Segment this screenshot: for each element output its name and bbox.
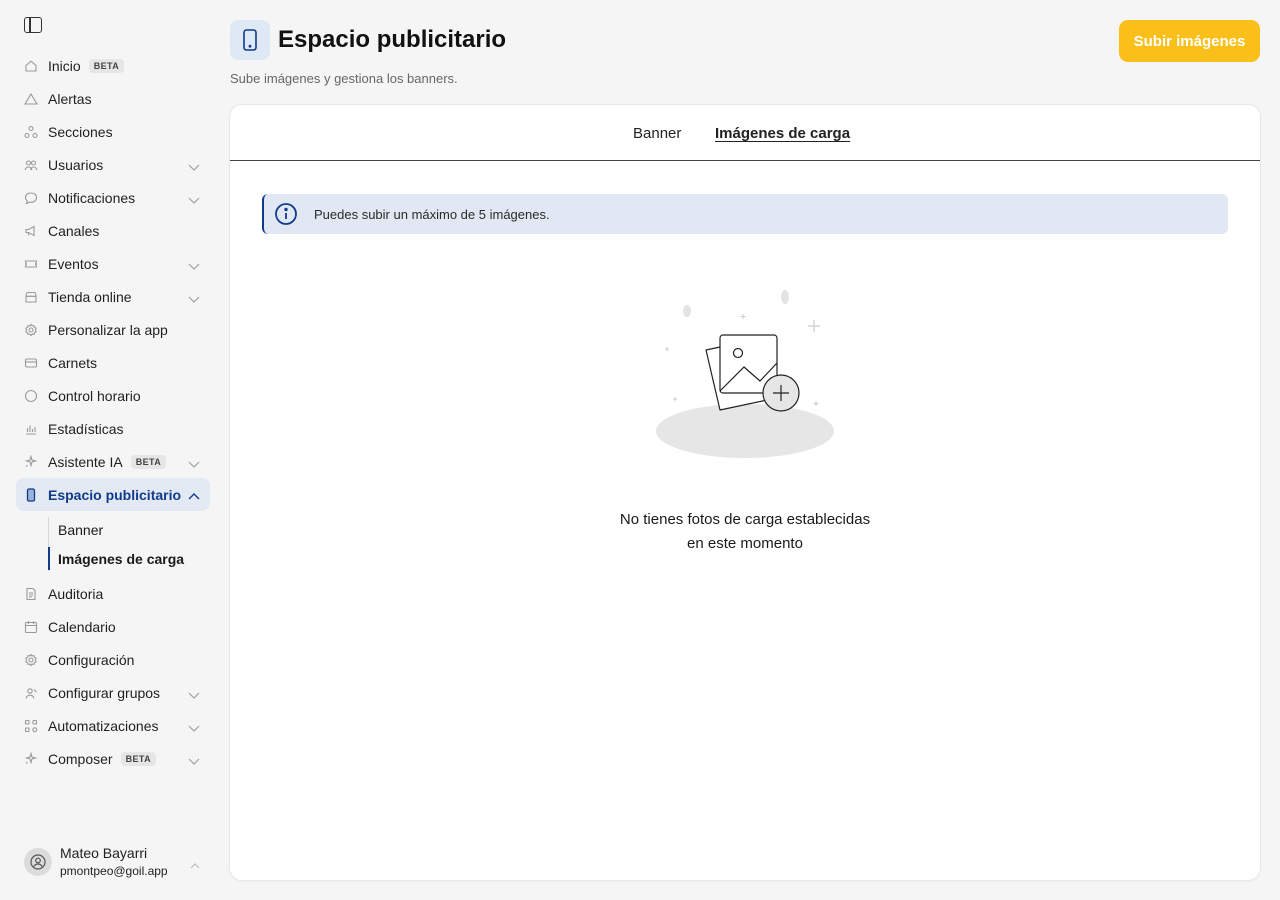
page-subtitle: Sube imágenes y gestiona los banners. <box>230 71 458 86</box>
empty-images-illustration-icon <box>656 290 834 458</box>
sidebar-item-label: Inicio <box>48 57 81 74</box>
sidebar-item-label: Alertas <box>48 90 92 107</box>
sidebar-nav: Inicio BETA Alertas Secciones Usuarios Notifi… <box>16 49 210 775</box>
content-card: Banner Imágenes de carga Puedes subir un… <box>230 105 1260 880</box>
sparkle-icon <box>24 751 38 766</box>
sidebar-item-label: Control horario <box>48 387 141 404</box>
chevron-down-icon[interactable] <box>188 456 200 468</box>
chevron-down-icon[interactable] <box>188 291 200 303</box>
sidebar-item-asistente-ia[interactable]: Asistente IA BETA <box>16 445 210 478</box>
beta-badge: BETA <box>88 58 125 73</box>
card-icon <box>24 356 38 370</box>
chevron-down-icon[interactable] <box>188 159 200 171</box>
gear-icon <box>24 653 38 667</box>
chevron-down-icon[interactable] <box>188 258 200 270</box>
sidebar-item-secciones[interactable]: Secciones <box>16 115 210 148</box>
user-name: Mateo Bayarri <box>60 845 148 861</box>
empty-state-line-2: en este momento <box>687 535 803 552</box>
sidebar-item-label: Carnets <box>48 354 98 371</box>
sidebar: Inicio BETA Alertas Secciones Usuarios Notifi… <box>0 0 218 900</box>
chevron-up-icon[interactable] <box>190 857 200 875</box>
sidebar-toggle-icon[interactable] <box>24 17 42 33</box>
sidebar-item-label: Notificaciones <box>48 189 136 206</box>
sidebar-item-configurar-grupos[interactable]: Configurar grupos <box>16 676 210 709</box>
sidebar-item-auditoria[interactable]: Auditoria <box>16 577 210 610</box>
tab-bar: Banner Imágenes de carga <box>230 105 1260 161</box>
chevron-down-icon[interactable] <box>188 720 200 732</box>
sidebar-item-estadisticas[interactable]: Estadísticas <box>16 412 210 445</box>
info-icon <box>275 203 297 225</box>
chevron-up-icon[interactable] <box>188 489 200 500</box>
sidebar-item-tienda-online[interactable]: Tienda online <box>16 280 210 313</box>
sidebar-item-alertas[interactable]: Alertas <box>16 82 210 115</box>
document-icon <box>24 587 38 601</box>
sidebar-item-label: Asistente IA <box>48 453 123 470</box>
chat-bubble-icon <box>24 191 38 205</box>
sidebar-subitem-banner[interactable]: Banner <box>48 515 210 544</box>
sidebar-item-label: Calendario <box>48 618 116 635</box>
ticket-icon <box>24 257 38 271</box>
chevron-down-icon[interactable] <box>188 192 200 204</box>
sidebar-item-label: Canales <box>48 222 100 239</box>
bar-chart-icon <box>24 422 38 436</box>
beta-badge: BETA <box>130 454 167 469</box>
sidebar-item-inicio[interactable]: Inicio BETA <box>16 49 210 82</box>
beta-badge: BETA <box>120 751 157 766</box>
sidebar-item-configuracion[interactable]: Configuración <box>16 643 210 676</box>
sidebar-item-personalizar-la-app[interactable]: Personalizar la app <box>16 313 210 346</box>
user-group-icon <box>24 686 38 700</box>
sidebar-item-label: Auditoria <box>48 585 104 602</box>
sidebar-item-label: Usuarios <box>48 156 104 173</box>
calendar-icon <box>24 620 38 634</box>
info-banner: Puedes subir un máximo de 5 imágenes. <box>262 194 1228 234</box>
users-icon <box>24 158 38 172</box>
home-icon <box>24 59 38 73</box>
sidebar-item-carnets[interactable]: Carnets <box>16 346 210 379</box>
alert-triangle-icon <box>24 92 38 106</box>
megaphone-icon <box>24 224 38 238</box>
sidebar-item-canales[interactable]: Canales <box>16 214 210 247</box>
chevron-down-icon[interactable] <box>188 753 200 765</box>
clock-icon <box>24 389 38 403</box>
empty-state-message: No tienes fotos de carga establecidas en… <box>230 508 1260 556</box>
sections-icon <box>24 125 38 139</box>
sidebar-item-usuarios[interactable]: Usuarios <box>16 148 210 181</box>
sidebar-subitem-imagenes-de-carga[interactable]: Imágenes de carga <box>48 544 210 573</box>
sidebar-item-label: Configuración <box>48 651 135 668</box>
upload-images-button[interactable]: Subir imágenes <box>1119 20 1260 62</box>
sidebar-item-eventos[interactable]: Eventos <box>16 247 210 280</box>
sidebar-item-label: Secciones <box>48 123 113 140</box>
phone-icon <box>24 487 38 502</box>
info-text: Puedes subir un máximo de 5 imágenes. <box>314 206 550 222</box>
sidebar-item-label: Composer <box>48 750 113 767</box>
sidebar-item-label: Espacio publicitario <box>48 486 182 503</box>
tab-banner[interactable]: Banner <box>633 125 681 142</box>
user-profile[interactable]: Mateo Bayarri pmontpeo@goil.app <box>24 845 204 878</box>
sidebar-item-label: Automatizaciones <box>48 717 159 734</box>
page-title: Espacio publicitario <box>278 26 507 53</box>
sidebar-item-espacio-publicitario[interactable]: Espacio publicitario <box>16 478 210 511</box>
sparkle-icon <box>24 454 38 469</box>
sidebar-item-label: Eventos <box>48 255 99 272</box>
submenu-espacio-publicitario: Banner Imágenes de carga <box>48 515 210 573</box>
sidebar-item-notificaciones[interactable]: Notificaciones <box>16 181 210 214</box>
phone-icon <box>230 20 270 60</box>
workflow-icon <box>24 719 38 733</box>
sidebar-item-label: Tienda online <box>48 288 132 305</box>
sidebar-item-automatizaciones[interactable]: Automatizaciones <box>16 709 210 742</box>
store-icon <box>24 290 38 304</box>
gear-icon <box>24 323 38 337</box>
chevron-down-icon[interactable] <box>188 687 200 699</box>
empty-state-line-1: No tienes fotos de carga establecidas <box>619 511 871 528</box>
sidebar-item-control-horario[interactable]: Control horario <box>16 379 210 412</box>
sidebar-item-composer[interactable]: Composer BETA <box>16 742 210 775</box>
sidebar-item-calendario[interactable]: Calendario <box>16 610 210 643</box>
sidebar-item-label: Estadísticas <box>48 420 124 437</box>
tab-loading-images[interactable]: Imágenes de carga <box>715 125 850 142</box>
sidebar-item-label: Configurar grupos <box>48 684 161 701</box>
sidebar-item-label: Personalizar la app <box>48 321 168 338</box>
user-email: pmontpeo@goil.app <box>60 864 168 878</box>
avatar <box>24 847 52 876</box>
